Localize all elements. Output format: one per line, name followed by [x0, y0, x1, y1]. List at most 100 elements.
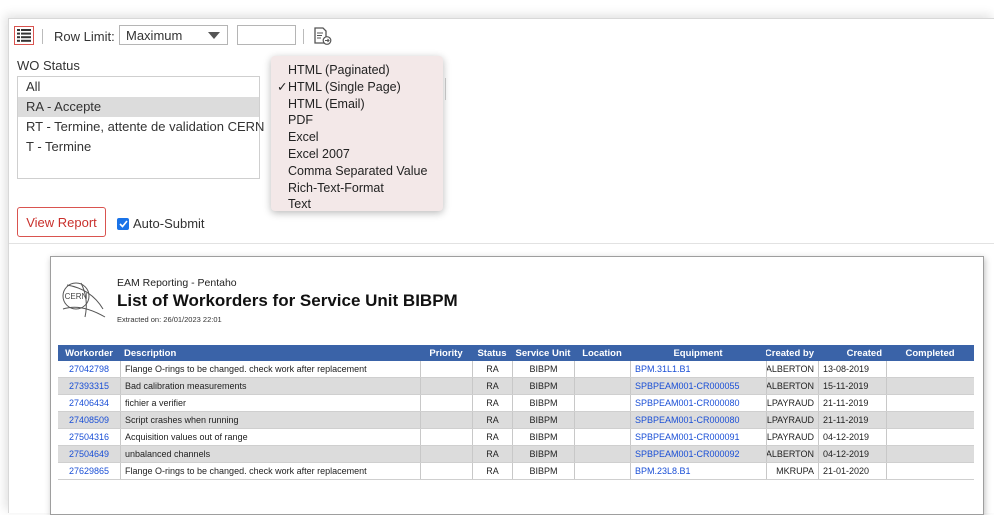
- cell-status: RA: [472, 446, 512, 462]
- cell-service-unit: BIBPM: [512, 378, 574, 394]
- column-header-completed[interactable]: Completed: [886, 345, 974, 361]
- cell-completed: [886, 446, 974, 462]
- cell-service-unit: BIBPM: [512, 412, 574, 428]
- export-format-label: Comma Separated Value: [288, 163, 428, 178]
- cell-service-unit: BIBPM: [512, 361, 574, 377]
- cell-workorder[interactable]: 27408509: [58, 412, 120, 428]
- cell-created-by: ALBERTON: [766, 446, 818, 462]
- cell-description: fichier a verifier: [120, 395, 420, 411]
- cell-equipment[interactable]: SPBPEAM001-CR000055: [630, 378, 766, 394]
- export-format-item[interactable]: ✓ HTML (Single Page): [271, 79, 443, 95]
- column-header-service-unit[interactable]: Service Unit: [512, 345, 574, 361]
- cell-created: 15-11-2019: [818, 378, 886, 394]
- export-format-item[interactable]: Excel 2007: [271, 146, 443, 162]
- cell-completed: [886, 463, 974, 479]
- checkmark-icon: [118, 219, 128, 228]
- cell-created-by: ALBERTON: [766, 378, 818, 394]
- column-header-equipment[interactable]: Equipment: [630, 345, 766, 361]
- auto-submit-toggle[interactable]: Auto-Submit: [117, 216, 205, 231]
- export-format-item[interactable]: HTML (Email): [271, 96, 443, 112]
- cell-workorder[interactable]: 27629865: [58, 463, 120, 479]
- cell-workorder[interactable]: 27504316: [58, 429, 120, 445]
- export-format-label: PDF: [288, 113, 313, 128]
- cell-priority: [420, 378, 472, 394]
- report-page: CERN EAM Reporting - Pentaho List of Wor…: [50, 256, 984, 515]
- table-row: 27629865 Flange O-rings to be changed. ch…: [58, 463, 974, 480]
- cell-description: Flange O-rings to be changed. check work…: [120, 463, 420, 479]
- table-row: 27393315 Bad calibration measurements RA BI…: [58, 378, 974, 395]
- table-row: 27504316 Acquisition values out of range R…: [58, 429, 974, 446]
- column-header-created-by[interactable]: Created by: [766, 345, 818, 361]
- column-header-status[interactable]: Status: [472, 345, 512, 361]
- row-limit-input[interactable]: [237, 25, 296, 45]
- output-menu-button[interactable]: [14, 26, 34, 45]
- row-limit-label: Row Limit:: [54, 29, 115, 44]
- cell-created-by: ALBERTON: [766, 361, 818, 377]
- cell-equipment[interactable]: BPM.31L1.B1: [630, 361, 766, 377]
- cell-priority: [420, 446, 472, 462]
- export-format-item[interactable]: Excel: [271, 129, 443, 145]
- wo-status-option-rt[interactable]: RT - Termine, attente de validation CERN: [18, 117, 264, 137]
- cell-created-by: LPAYRAUD: [766, 412, 818, 428]
- wo-status-list[interactable]: All RA - Accepte RT - Termine, attente d…: [17, 76, 264, 179]
- cell-created: 21-11-2019: [818, 395, 886, 411]
- cell-service-unit: BIBPM: [512, 429, 574, 445]
- report-viewer-window: Row Limit: Maximum WO Status All RA - Ac…: [8, 18, 994, 515]
- export-format-item[interactable]: Text: [271, 196, 443, 212]
- cell-status: RA: [472, 412, 512, 428]
- wo-status-option-ra[interactable]: RA - Accepte: [18, 97, 259, 117]
- report-app-name: EAM Reporting - Pentaho: [117, 277, 237, 289]
- cell-created: 21-11-2019: [818, 412, 886, 428]
- cell-equipment[interactable]: SPBPEAM001-CR000080: [630, 395, 766, 411]
- cell-created-by: LPAYRAUD: [766, 395, 818, 411]
- cell-location: [574, 378, 630, 394]
- cell-created: 13-08-2019: [818, 361, 886, 377]
- export-format-item[interactable]: HTML (Paginated): [271, 62, 443, 78]
- cell-equipment[interactable]: SPBPEAM001-CR000091: [630, 429, 766, 445]
- cell-service-unit: BIBPM: [512, 446, 574, 462]
- cell-description: Bad calibration measurements: [120, 378, 420, 394]
- column-header-workorder[interactable]: Workorder: [58, 345, 120, 361]
- cell-status: RA: [472, 361, 512, 377]
- auto-submit-label: Auto-Submit: [133, 216, 205, 231]
- column-header-priority[interactable]: Priority: [420, 345, 472, 361]
- export-button[interactable]: [312, 26, 332, 46]
- cell-workorder[interactable]: 27042798: [58, 361, 120, 377]
- hidden-control-edge: [443, 78, 446, 100]
- cell-service-unit: BIBPM: [512, 395, 574, 411]
- view-report-button[interactable]: View Report: [17, 207, 106, 237]
- column-header-location[interactable]: Location: [574, 345, 630, 361]
- table-row: 27408509 Script crashes when running RA BIB…: [58, 412, 974, 429]
- cell-workorder[interactable]: 27393315: [58, 378, 120, 394]
- cell-location: [574, 463, 630, 479]
- cell-completed: [886, 361, 974, 377]
- export-format-label: Text: [288, 197, 311, 212]
- cell-equipment[interactable]: SPBPEAM001-CR000080: [630, 412, 766, 428]
- cell-created: 04-12-2019: [818, 446, 886, 462]
- wo-status-option-t[interactable]: T - Termine: [18, 137, 259, 157]
- export-format-label: Excel 2007: [288, 147, 350, 161]
- column-header-description[interactable]: Description: [120, 345, 420, 361]
- cell-workorder[interactable]: 27406434: [58, 395, 120, 411]
- cell-workorder[interactable]: 27504649: [58, 446, 120, 462]
- cell-equipment[interactable]: BPM.23L8.B1: [630, 463, 766, 479]
- list-menu-icon: [17, 29, 31, 42]
- export-format-label: Excel: [288, 130, 319, 145]
- export-format-menu: HTML (Paginated) ✓ HTML (Single Page) HTML …: [271, 56, 443, 211]
- export-format-item[interactable]: Rich-Text-Format: [271, 180, 443, 196]
- export-format-item[interactable]: Comma Separated Value: [271, 163, 443, 179]
- section-divider: [9, 243, 994, 244]
- cell-completed: [886, 395, 974, 411]
- column-header-created[interactable]: Created: [818, 345, 886, 361]
- row-limit-select[interactable]: Maximum: [119, 25, 228, 45]
- table-row: 27406434 fichier a verifier RA BIBPM SPBPEAM…: [58, 395, 974, 412]
- chevron-down-icon: [208, 32, 220, 39]
- export-format-item[interactable]: PDF: [271, 112, 443, 128]
- cell-completed: [886, 429, 974, 445]
- wo-status-option-all[interactable]: All: [18, 77, 259, 97]
- auto-submit-checkbox[interactable]: [117, 217, 129, 230]
- cell-location: [574, 446, 630, 462]
- cell-equipment[interactable]: SPBPEAM001-CR000092: [630, 446, 766, 462]
- table-row: 27042798 Flange O-rings to be changed. ch…: [58, 361, 974, 378]
- export-format-label: HTML (Email): [288, 96, 365, 111]
